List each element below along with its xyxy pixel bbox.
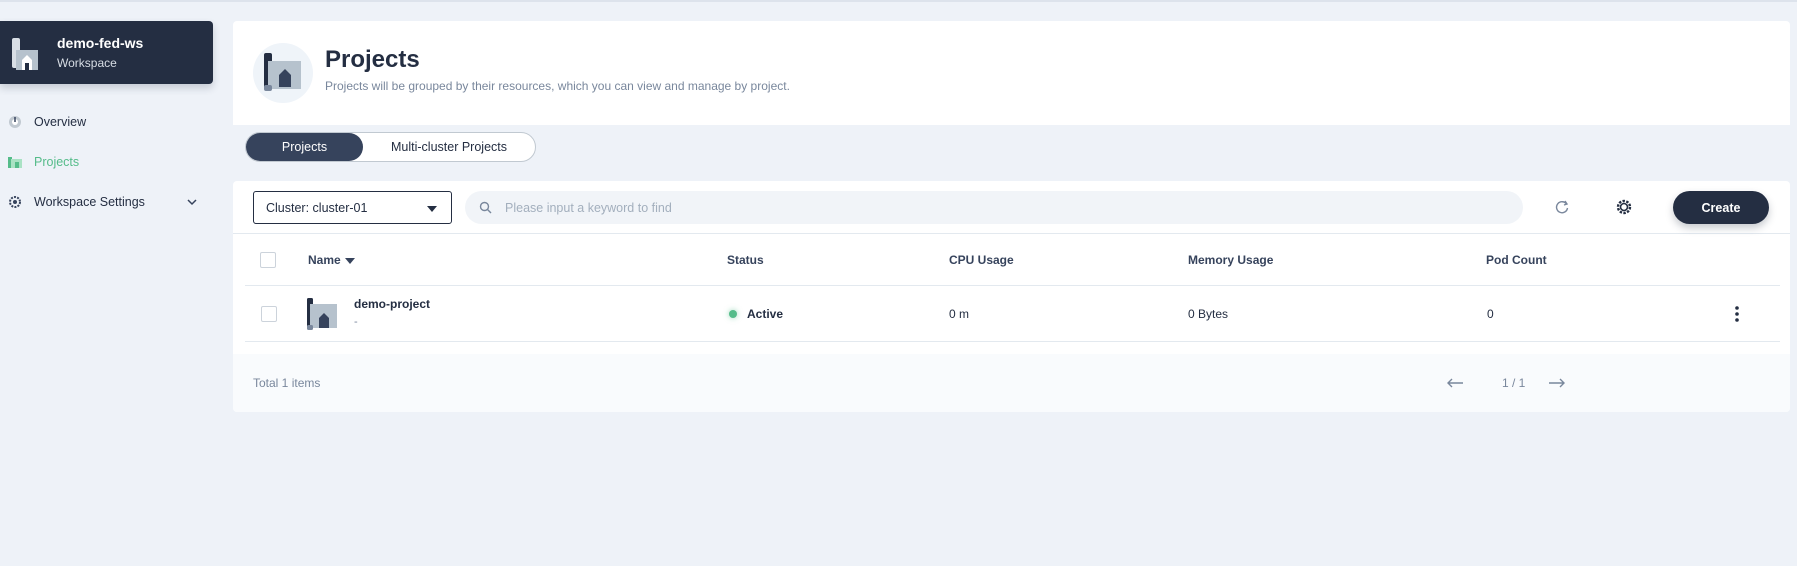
workspace-type-label: Workspace	[57, 56, 117, 70]
cluster-select-value: Cluster: cluster-01	[266, 200, 368, 215]
sidebar-item-workspace-settings[interactable]: Workspace Settings	[0, 186, 213, 218]
next-page-icon[interactable]	[1547, 376, 1567, 390]
tab-multi-cluster-projects[interactable]: Multi-cluster Projects	[363, 133, 535, 161]
project-icon	[307, 298, 337, 330]
memory-usage-value: 0 Bytes	[1188, 307, 1229, 321]
sidebar-item-overview[interactable]: Overview	[0, 106, 213, 138]
select-all-checkbox[interactable]	[260, 252, 276, 268]
total-items: Total 1 items	[253, 376, 321, 390]
projects-panel: Cluster: cluster-01 Create Name Status C…	[233, 181, 1790, 412]
refresh-icon[interactable]	[1553, 198, 1571, 216]
table-header: Name Status CPU Usage Memory Usage Pod C…	[245, 234, 1780, 286]
row-checkbox[interactable]	[261, 306, 277, 322]
project-name-link[interactable]: demo-project	[354, 297, 430, 311]
chevron-down-icon	[187, 199, 197, 206]
gear-icon	[9, 196, 21, 208]
column-header-memory-usage: Memory Usage	[1188, 253, 1274, 267]
projects-banner-icon	[253, 43, 313, 103]
create-button[interactable]: Create	[1673, 191, 1769, 224]
tab-group: Projects Multi-cluster Projects	[245, 132, 536, 162]
page-title: Projects	[325, 46, 420, 73]
pod-count-value: 0	[1487, 307, 1494, 321]
sort-down-icon	[344, 257, 355, 264]
search-icon	[479, 201, 492, 214]
sidebar-item-label: Workspace Settings	[34, 195, 145, 209]
column-header-cpu-usage: CPU Usage	[949, 253, 1014, 267]
settings-gear-icon[interactable]	[1615, 198, 1633, 216]
column-header-status: Status	[727, 253, 764, 267]
tab-bar: Projects Multi-cluster Projects	[233, 125, 1790, 169]
workspace-name: demo-fed-ws	[57, 35, 144, 51]
page-indicator: 1 / 1	[1502, 376, 1526, 390]
sidebar-item-label: Projects	[34, 155, 80, 169]
column-label: Name	[308, 253, 341, 267]
table-row[interactable]: demo-project - Active 0 m 0 Bytes 0	[245, 286, 1780, 342]
column-header-pod-count: Pod Count	[1486, 253, 1547, 267]
tab-projects[interactable]: Projects	[246, 133, 363, 161]
project-description: -	[354, 316, 358, 328]
top-divider	[0, 0, 1797, 2]
table-footer: Total 1 items 1 / 1	[233, 354, 1790, 412]
search-bar	[465, 191, 1523, 224]
cluster-select[interactable]: Cluster: cluster-01	[253, 191, 452, 224]
column-header-name[interactable]: Name	[308, 253, 355, 267]
page-description: Projects will be grouped by their resour…	[325, 79, 790, 93]
sidebar-item-label: Overview	[34, 115, 87, 129]
workspace-icon	[12, 38, 38, 70]
sidebar-item-projects[interactable]: Projects	[0, 146, 213, 178]
prev-page-icon[interactable]	[1445, 376, 1465, 390]
cpu-usage-value: 0 m	[949, 307, 970, 321]
caret-down-icon	[427, 206, 437, 212]
toolbar: Cluster: cluster-01 Create	[233, 181, 1790, 234]
page-header: Projects Projects will be grouped by the…	[233, 21, 1790, 125]
dashboard-icon	[9, 116, 21, 128]
status-badge: Active	[747, 307, 784, 321]
more-options-icon[interactable]	[1734, 305, 1740, 323]
project-icon	[8, 157, 22, 168]
status-active-icon	[729, 310, 737, 318]
workspace-card[interactable]: demo-fed-ws Workspace	[0, 21, 213, 84]
search-input[interactable]	[505, 191, 1505, 224]
